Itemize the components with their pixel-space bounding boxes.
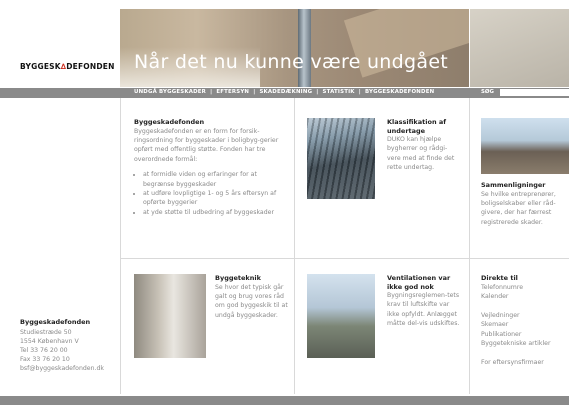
address-phone: Tel 33 76 20 00 xyxy=(20,346,68,354)
nav-separator: | xyxy=(253,89,256,95)
hero-pipe-shape xyxy=(298,9,311,87)
card-title[interactable]: Byggeteknik xyxy=(215,274,289,283)
link-byggetekniske-artikler[interactable]: Byggetekniske artikler xyxy=(481,339,569,349)
card-text: Se hvilke entreprenører, boligselskaber … xyxy=(481,190,556,226)
link-telefonnumre[interactable]: Telefonnumre xyxy=(481,283,569,293)
list-item: at formidle viden og erfaringer for at b… xyxy=(143,170,286,189)
column-divider xyxy=(120,98,121,394)
card-text: DUKO kan hjælpe bygherrer og rådgi-vere … xyxy=(387,136,455,172)
link-publikationer[interactable]: Publikationer xyxy=(481,330,569,340)
card-sammenligninger: Sammenligninger Se hvilke entreprenører,… xyxy=(481,181,569,227)
footer-bar xyxy=(0,396,569,405)
card-title[interactable]: Ventilationen var ikke god nok xyxy=(387,274,463,291)
hero-title: Når det nu kunne være undgået xyxy=(134,51,449,73)
nav-item-statistik[interactable]: STATISTIK xyxy=(323,89,355,95)
logo-text-post: DEFONDEN xyxy=(66,62,115,71)
list-item: at yde støtte til udbedring af byggeskad… xyxy=(143,208,286,217)
nav-item-undga-byggeskader[interactable]: UNDGÅ BYGGESKADER xyxy=(134,89,206,95)
card-ventilation: Ventilationen var ikke god nok Bygningsr… xyxy=(387,274,463,329)
nav-separator: | xyxy=(358,89,361,95)
intro-title: Byggeskadefonden xyxy=(134,118,205,126)
address-city: 1554 København V xyxy=(20,337,79,345)
intro-bullet-list: at formidle viden og erfaringer for at b… xyxy=(134,170,286,217)
hero-image xyxy=(120,9,469,87)
link-skemaer[interactable]: Skemaer xyxy=(481,320,569,330)
contact-address: Byggeskadefonden Studiestræde 50 1554 Kø… xyxy=(20,318,118,374)
nav-separator: | xyxy=(316,89,319,95)
row-divider xyxy=(120,258,569,259)
address-street: Studiestræde 50 xyxy=(20,328,72,336)
card-text: Se hvor det typisk går galt og brug vore… xyxy=(215,283,288,319)
address-email[interactable]: bsf@byggeskadefonden.dk xyxy=(20,364,118,373)
logo-text-pre: BYGGESK xyxy=(20,62,61,71)
byggeteknik-photo[interactable] xyxy=(134,274,206,358)
address-name: Byggeskadefonden xyxy=(20,318,91,326)
address-fax: Fax 33 76 20 10 xyxy=(20,356,70,364)
intro-section: Byggeskadefonden Byggeskadefonden er en … xyxy=(134,118,286,217)
ventilation-photo[interactable] xyxy=(307,274,375,358)
link-kalender[interactable]: Kalender xyxy=(481,292,569,302)
sammenligninger-photo[interactable] xyxy=(481,118,569,174)
nav-item-byggeskadefonden[interactable]: BYGGESKADEFONDEN xyxy=(365,89,434,95)
column-divider xyxy=(469,98,470,394)
undertag-photo[interactable] xyxy=(307,118,375,199)
list-item: at udføre lovpligtige 1- og 5 års efters… xyxy=(143,189,286,208)
card-text: Bygningsreglemen-tets krav til luftskift… xyxy=(387,292,460,328)
nav-separator: | xyxy=(210,89,213,95)
search-label: SØG xyxy=(481,89,494,95)
direct-title: Direkte til xyxy=(481,274,518,282)
intro-text: Byggeskadefonden er en form for forsik-r… xyxy=(134,127,279,163)
card-byggeteknik: Byggeteknik Se hvor det typisk går galt … xyxy=(215,274,289,320)
search-input[interactable] xyxy=(500,89,569,96)
card-undertage: Klassifikation af undertage DUKO kan hjæ… xyxy=(387,118,459,173)
nav-item-skadedaekning[interactable]: SKADEDÆKNING xyxy=(259,89,312,95)
link-vejledninger[interactable]: Vejledninger xyxy=(481,311,569,321)
link-for-eftersynsfirmaer[interactable]: For eftersynsfirmaer xyxy=(481,358,569,368)
card-title[interactable]: Klassifikation af undertage xyxy=(387,118,459,135)
direct-links: Direkte til Telefonnumre Kalender Vejled… xyxy=(481,274,569,368)
header-photo-right xyxy=(470,9,569,87)
card-title[interactable]: Sammenligninger xyxy=(481,181,569,190)
logo[interactable]: BYGGESK∆DEFONDEN xyxy=(20,62,115,71)
nav-menu: UNDGÅ BYGGESKADER | EFTERSYN | SKADEDÆKN… xyxy=(134,89,436,95)
nav-item-eftersyn[interactable]: EFTERSYN xyxy=(216,89,249,95)
column-divider xyxy=(294,98,295,394)
